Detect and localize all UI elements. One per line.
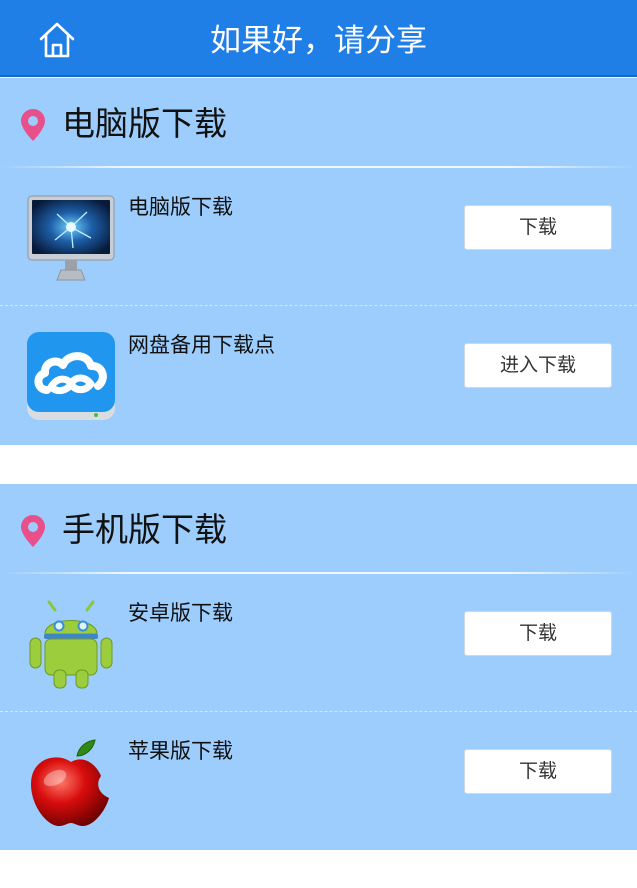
list-item: 网盘备用下载点 进入下载 xyxy=(0,305,637,442)
location-pin-icon xyxy=(21,515,45,547)
item-label: 苹果版下载 xyxy=(128,739,233,763)
list-item: 电脑版下载 下载 xyxy=(0,168,637,305)
list-item: 苹果版下载 下载 xyxy=(0,711,637,848)
item-label: 电脑版下载 xyxy=(128,195,233,219)
location-pin-icon xyxy=(21,109,45,141)
section-title: 电脑版下载 xyxy=(62,104,227,143)
section-title: 手机版下载 xyxy=(62,510,227,549)
apple-icon xyxy=(31,739,109,826)
cloud-drive-icon xyxy=(27,332,115,420)
top-bar: 如果好，请分享 xyxy=(0,0,637,77)
android-icon xyxy=(29,600,113,689)
section-header: 电脑版下载 xyxy=(0,78,637,168)
download-button[interactable]: 下载 xyxy=(464,205,612,250)
enter-download-button[interactable]: 进入下载 xyxy=(464,343,612,388)
pc-download-section: 电脑版下载 电脑版下载 下载 网盘备用下载点 进入下载 xyxy=(0,78,637,445)
download-button[interactable]: 下载 xyxy=(464,749,612,794)
monitor-icon xyxy=(27,195,115,281)
page-title: 如果好，请分享 xyxy=(210,23,427,59)
item-label: 网盘备用下载点 xyxy=(128,333,275,357)
list-item: 安卓版下载 下载 xyxy=(0,574,637,711)
item-label: 安卓版下载 xyxy=(128,601,233,625)
mobile-download-section: 手机版下载 安卓版下载 下载 苹果版下载 下载 xyxy=(0,484,637,850)
download-button[interactable]: 下载 xyxy=(464,611,612,656)
section-header: 手机版下载 xyxy=(0,484,637,574)
